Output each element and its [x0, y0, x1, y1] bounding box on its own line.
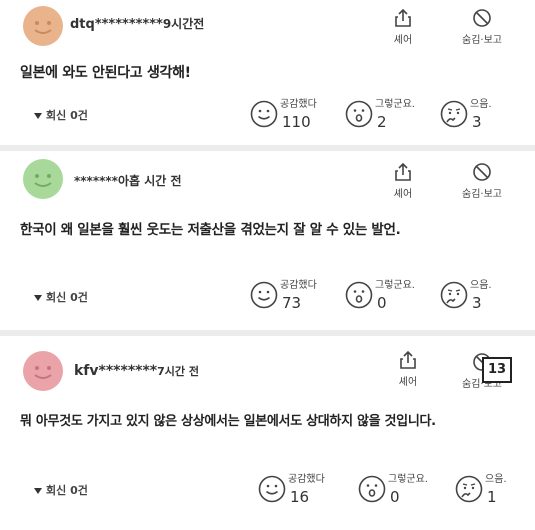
reaction-empathize[interactable]: 공감했다 110	[250, 95, 330, 135]
hide-report-label: 숨김·보고	[462, 35, 502, 46]
replies-toggle[interactable]: 회신 0건	[34, 107, 88, 123]
reaction-label: 으음.	[470, 280, 492, 291]
replies-label: 회신 0건	[46, 291, 88, 304]
reaction-label: 공감했다	[280, 99, 317, 110]
share-button[interactable]: 셰어	[373, 8, 433, 46]
reaction-count: 16	[290, 488, 310, 506]
reaction-count: 73	[282, 294, 302, 312]
reaction-empathize[interactable]: 공감했다 16	[258, 470, 338, 510]
share-icon	[400, 350, 416, 369]
caret-down-icon	[34, 113, 42, 119]
share-button[interactable]: 셰어	[373, 162, 433, 200]
reaction-label: 그렇군요.	[375, 280, 415, 291]
replies-toggle[interactable]: 회신 0건	[34, 482, 88, 498]
comment-text: 한국이 왜 일본을 훨씬 웃도는 저출산을 겪었는지 잘 알 수 있는 발언.	[20, 222, 401, 238]
comment-time: 아홉 시간 전	[117, 174, 182, 188]
reaction-hmm[interactable]: 으음. 3	[440, 95, 520, 135]
number-badge: 13	[482, 357, 512, 383]
hide-report-button[interactable]: 숨김·보고	[452, 8, 512, 46]
hide-report-label: 숨김·보고	[462, 189, 502, 200]
thinking-face-icon	[455, 475, 483, 503]
avatar[interactable]	[22, 5, 64, 47]
reaction-label: 그렇군요.	[388, 474, 428, 485]
block-icon	[473, 9, 491, 27]
block-icon	[473, 163, 491, 181]
divider	[0, 145, 535, 151]
reaction-label: 공감했다	[280, 280, 317, 291]
smile-face-icon	[250, 281, 278, 309]
reaction-label: 그렇군요.	[375, 99, 415, 110]
surprised-face-icon	[358, 475, 386, 503]
comment-text: 뭐 아무것도 가지고 있지 않은 상상에서는 일본에서도 상대하지 않을 것입니…	[20, 414, 436, 429]
author-name: *******	[74, 174, 118, 188]
reaction-label: 공감했다	[288, 474, 325, 485]
reaction-hmm[interactable]: 으음. 3	[440, 276, 520, 316]
reaction-label: 으음.	[485, 474, 507, 485]
smile-face-icon	[258, 475, 286, 503]
share-icon	[395, 162, 411, 181]
share-button[interactable]: 셰어	[378, 350, 438, 388]
hide-report-button[interactable]: 숨김·보고	[452, 162, 512, 200]
thinking-face-icon	[440, 100, 468, 128]
reaction-count: 0	[377, 294, 387, 312]
reaction-count: 3	[472, 113, 482, 131]
share-icon	[395, 8, 411, 27]
reaction-hmm[interactable]: 으음. 1	[455, 470, 535, 510]
replies-label: 회신 0건	[46, 109, 88, 122]
reaction-label: 으음.	[470, 99, 492, 110]
divider	[0, 330, 535, 336]
replies-toggle[interactable]: 회신 0건	[34, 289, 88, 305]
share-label: 셰어	[398, 377, 418, 388]
reaction-empathize[interactable]: 공감했다 73	[250, 276, 330, 316]
reaction-count: 110	[282, 113, 311, 131]
caret-down-icon	[34, 295, 42, 301]
reaction-count: 0	[390, 488, 400, 506]
surprised-face-icon	[345, 281, 373, 309]
reaction-i-see[interactable]: 그렇군요. 2	[345, 95, 425, 135]
comment-author[interactable]: kfv********7시간 전	[74, 363, 199, 379]
share-label: 셰어	[393, 35, 413, 46]
avatar[interactable]	[22, 350, 64, 392]
smile-face-icon	[250, 100, 278, 128]
author-name: dtq**********	[70, 17, 163, 32]
reaction-count: 1	[487, 488, 497, 506]
avatar[interactable]	[22, 158, 64, 200]
reaction-i-see[interactable]: 그렇군요. 0	[358, 470, 438, 510]
comment-time: 9시간전	[162, 17, 205, 31]
reaction-count: 2	[377, 113, 387, 131]
reaction-i-see[interactable]: 그렇군요. 0	[345, 276, 425, 316]
author-name: kfv********	[74, 363, 158, 379]
caret-down-icon	[34, 488, 42, 494]
comment-text: 일본에 와도 안된다고 생각해!	[20, 65, 191, 81]
surprised-face-icon	[345, 100, 373, 128]
comment-author[interactable]: dtq**********9시간전	[70, 15, 204, 32]
thinking-face-icon	[440, 281, 468, 309]
comment-author[interactable]: *******아홉 시간 전	[74, 172, 182, 189]
comment-time: 7시간 전	[157, 365, 199, 378]
replies-label: 회신 0건	[46, 484, 88, 497]
share-label: 셰어	[393, 189, 413, 200]
reaction-count: 3	[472, 294, 482, 312]
